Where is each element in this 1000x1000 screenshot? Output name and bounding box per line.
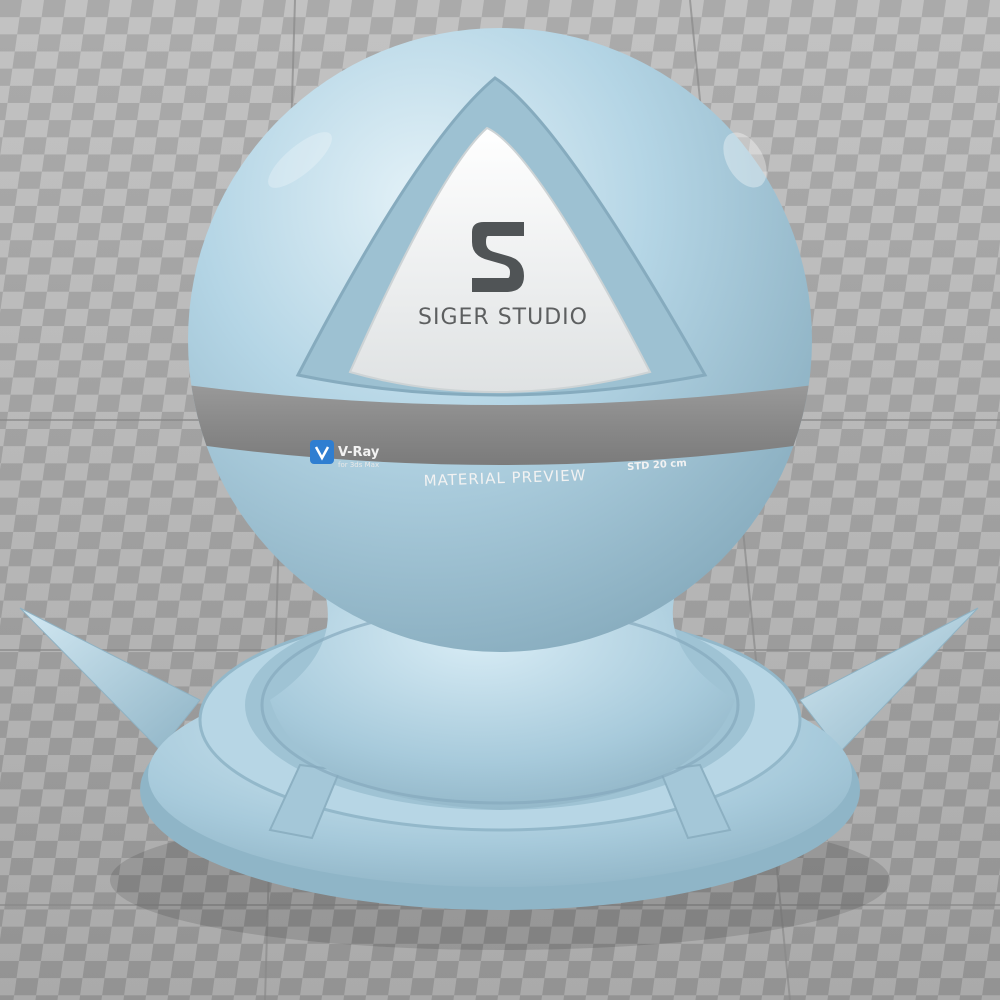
vray-brand: V-Ray bbox=[338, 445, 380, 460]
material-preview-scene: SIGER STUDIO V-Ray for 3ds Max MATERIAL … bbox=[0, 0, 1000, 1000]
vray-sub: for 3ds Max bbox=[338, 461, 379, 469]
studio-name: SIGER STUDIO bbox=[418, 305, 588, 330]
